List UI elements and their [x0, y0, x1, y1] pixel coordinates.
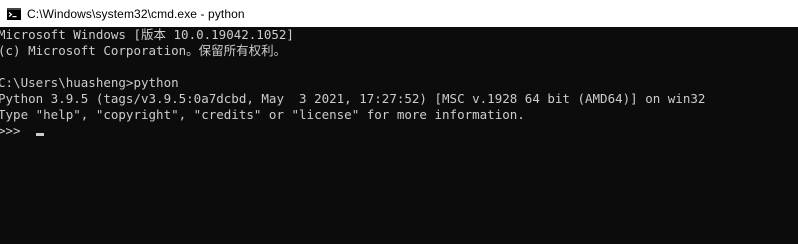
console-line-python-version: Python 3.9.5 (tags/v3.9.5:0a7dcbd, May 3… — [0, 91, 706, 106]
text-cursor — [36, 133, 45, 136]
python-prompt-line[interactable]: >>> — [0, 123, 45, 139]
console-output[interactable]: Microsoft Windows [版本 10.0.19042.1052] (… — [0, 27, 798, 244]
cmd-window: C:\Windows\system32\cmd.exe - python Mic… — [0, 0, 798, 244]
console-line-version: Microsoft Windows [版本 10.0.19042.1052] — [0, 27, 294, 42]
console-line-command: C:\Users\huasheng>python — [0, 75, 179, 90]
console-line-help-hint: Type "help", "copyright", "credits" or "… — [0, 107, 525, 122]
window-title: C:\Windows\system32\cmd.exe - python — [27, 6, 245, 21]
console-line-copyright: (c) Microsoft Corporation。保留所有权利。 — [0, 43, 287, 58]
python-prompt: >>> — [0, 123, 29, 138]
cmd-icon — [7, 7, 21, 20]
title-bar[interactable]: C:\Windows\system32\cmd.exe - python — [0, 0, 798, 27]
